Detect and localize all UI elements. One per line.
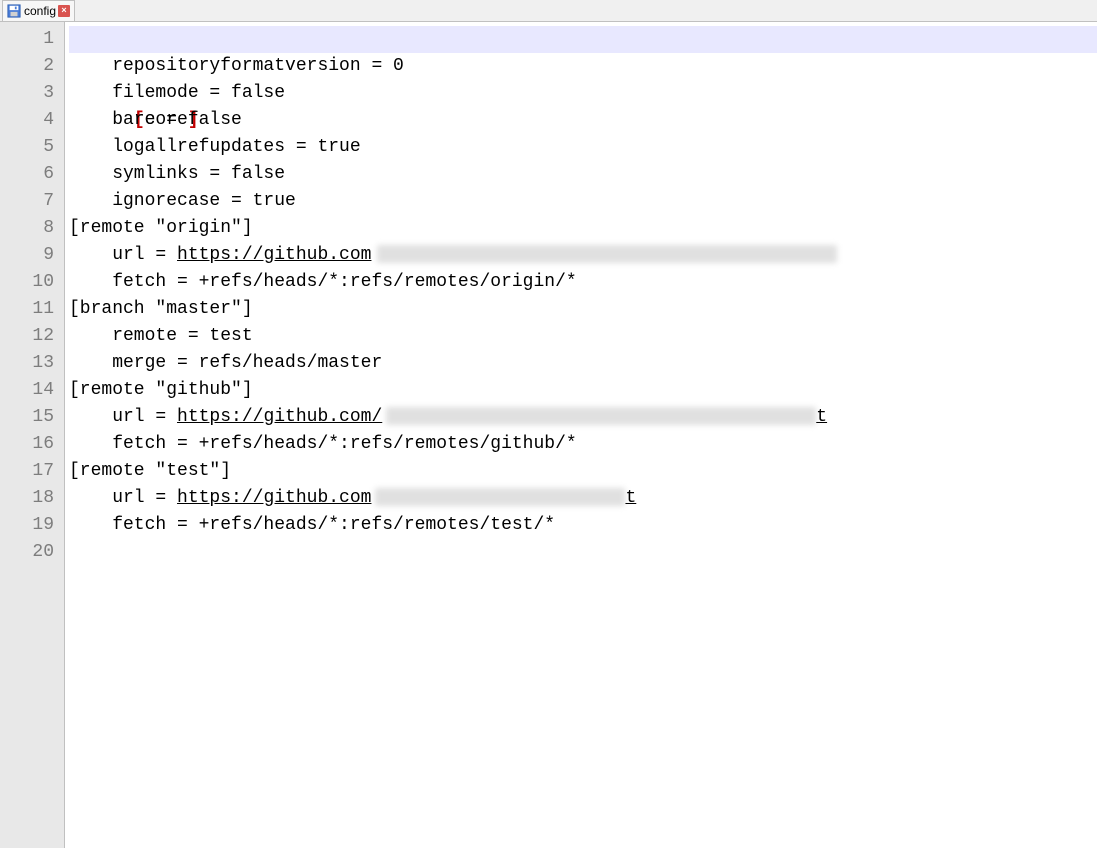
line-number: 19 [0, 512, 64, 539]
line-number: 10 [0, 269, 64, 296]
code-text: ignorecase = true [69, 191, 296, 211]
line-number: 5 [0, 134, 64, 161]
url-link[interactable]: https://github.com [177, 245, 371, 265]
line-number: 16 [0, 431, 64, 458]
code-text-area[interactable]: [core] repositoryformatversion = 0 filem… [65, 22, 1097, 848]
url-link[interactable]: https://github.com [177, 488, 371, 508]
code-line: repositoryformatversion = 0 [69, 53, 1097, 80]
code-text: symlinks = false [69, 164, 285, 184]
code-text: [remote "origin"] [69, 218, 253, 238]
code-line: [core] [69, 26, 1097, 53]
code-line: filemode = false [69, 80, 1097, 107]
code-text: fetch = +refs/heads/*:refs/remotes/test/… [69, 515, 555, 535]
line-number: 11 [0, 296, 64, 323]
tab-filename: config [24, 4, 56, 18]
url-link[interactable]: https://github.com/ [177, 407, 382, 427]
code-line [69, 539, 1097, 566]
line-number: 3 [0, 80, 64, 107]
code-text: url = [69, 488, 177, 508]
code-line: [remote "github"] [69, 377, 1097, 404]
code-line: bare = false [69, 107, 1097, 134]
file-save-icon [7, 4, 21, 18]
line-number: 13 [0, 350, 64, 377]
line-number: 4 [0, 107, 64, 134]
url-text: t [816, 407, 827, 427]
file-tab-config[interactable]: config × [2, 0, 75, 21]
code-line: url = https://github.com/t [69, 404, 1097, 431]
code-line: ignorecase = true [69, 188, 1097, 215]
code-line: [remote "origin"] [69, 215, 1097, 242]
line-number: 14 [0, 377, 64, 404]
code-text: logallrefupdates = true [69, 137, 361, 157]
line-number: 7 [0, 188, 64, 215]
code-text: [remote "github"] [69, 380, 253, 400]
code-text: [branch "master"] [69, 299, 253, 319]
code-line: logallrefupdates = true [69, 134, 1097, 161]
line-number: 20 [0, 539, 64, 566]
current-line-highlight [69, 26, 1097, 53]
code-line: symlinks = false [69, 161, 1097, 188]
code-text: [remote "test"] [69, 461, 231, 481]
code-text: repositoryformatversion = 0 [69, 56, 404, 76]
redacted-text [386, 407, 816, 425]
code-text: remote = test [69, 326, 253, 346]
code-line: fetch = +refs/heads/*:refs/remotes/test/… [69, 512, 1097, 539]
code-text: url = [69, 245, 177, 265]
editor: 1 2 3 4 5 6 7 8 9 10 11 12 13 14 15 16 1… [0, 22, 1097, 848]
line-number: 9 [0, 242, 64, 269]
code-line: url = https://github.com [69, 242, 1097, 269]
code-line: fetch = +refs/heads/*:refs/remotes/origi… [69, 269, 1097, 296]
code-line: remote = test [69, 323, 1097, 350]
line-number: 15 [0, 404, 64, 431]
code-line: merge = refs/heads/master [69, 350, 1097, 377]
line-number: 18 [0, 485, 64, 512]
code-text: bare = false [69, 110, 242, 130]
url-text: t [625, 488, 636, 508]
line-number: 2 [0, 53, 64, 80]
line-number-gutter: 1 2 3 4 5 6 7 8 9 10 11 12 13 14 15 16 1… [0, 22, 65, 848]
code-text: fetch = +refs/heads/*:refs/remotes/origi… [69, 272, 577, 292]
code-line: [remote "test"] [69, 458, 1097, 485]
line-number: 6 [0, 161, 64, 188]
code-text: fetch = +refs/heads/*:refs/remotes/githu… [69, 434, 577, 454]
line-number: 1 [0, 26, 64, 53]
line-number: 8 [0, 215, 64, 242]
code-text: merge = refs/heads/master [69, 353, 382, 373]
tab-bar: config × [0, 0, 1097, 22]
redacted-text [375, 488, 625, 506]
code-text: url = [69, 407, 177, 427]
code-line: [branch "master"] [69, 296, 1097, 323]
code-text: filemode = false [69, 83, 285, 103]
tab-close-button[interactable]: × [58, 5, 70, 17]
redacted-text [377, 245, 837, 263]
line-number: 17 [0, 458, 64, 485]
code-line: url = https://github.com t [69, 485, 1097, 512]
line-number: 12 [0, 323, 64, 350]
code-line: fetch = +refs/heads/*:refs/remotes/githu… [69, 431, 1097, 458]
